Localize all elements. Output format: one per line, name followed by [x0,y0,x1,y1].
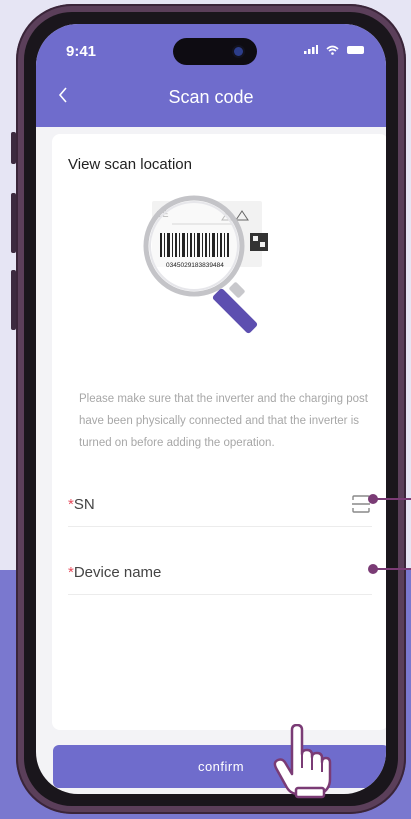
tap-hand-icon [273,724,332,799]
battery-icon [347,45,364,54]
phone-frame: 9:41 Scan code View scan location 034502… [16,4,406,814]
phone-bezel: 9:41 Scan code View scan location 034502… [24,12,398,806]
device-pointer-line [376,568,411,570]
card-title: View scan location [68,156,192,173]
signal-icon [304,45,319,55]
app-screen: 9:41 Scan code View scan location 034502… [36,24,386,794]
page-title: Scan code [168,87,254,107]
dynamic-island [173,38,257,65]
device-name-label-text: Device name [73,564,162,581]
device-name-label: *Device name [68,564,161,581]
instruction-note: Please make sure that the inverter and t… [79,393,368,449]
device-name-field[interactable]: *Device name [68,554,372,595]
app-header: 9:41 Scan code [36,24,386,127]
camera-icon [234,47,243,56]
status-icons [304,42,364,56]
sn-field[interactable]: *SN [68,486,372,527]
sn-label-text: SN [73,496,95,513]
scan-location-illustration: CE [143,195,268,334]
barcode-number: 0345029183839484 [166,262,224,269]
sn-label: *SN [68,496,95,513]
status-time: 9:41 [66,43,97,60]
scan-info-card: View scan location CE [52,134,386,730]
sn-pointer-line [376,498,411,500]
confirm-button[interactable]: confirm [53,745,386,788]
wifi-icon [326,45,339,55]
